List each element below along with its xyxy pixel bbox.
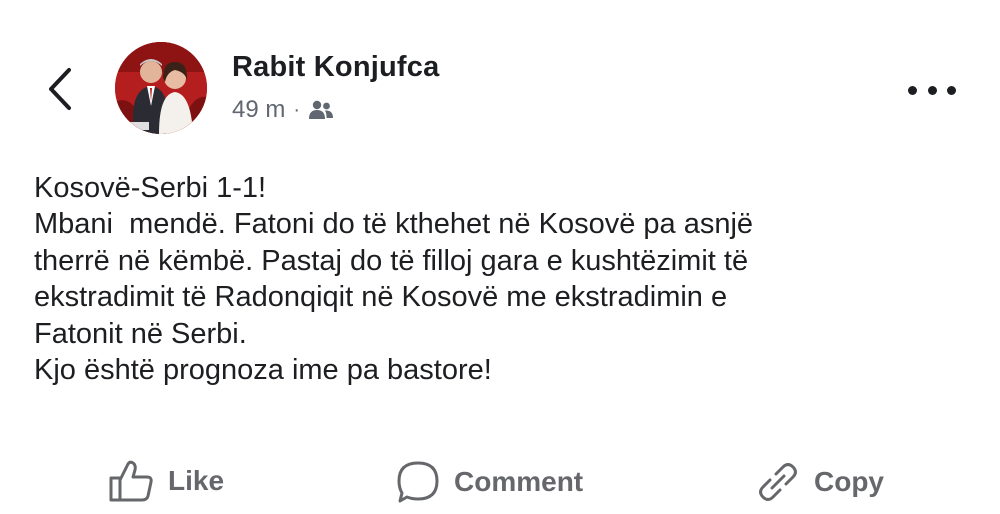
post-text-line: Kosovë-Serbi 1-1! — [34, 172, 267, 204]
post-text-line: Fatonit në Serbi. — [34, 317, 247, 350]
copy-link-button[interactable]: Copy — [756, 460, 884, 504]
author-name[interactable]: Rabit Konjufca — [232, 51, 439, 84]
more-options-button[interactable] — [908, 78, 956, 102]
link-icon — [759, 463, 797, 501]
avatar[interactable] — [115, 42, 207, 134]
post-text-line: therrë në këmbë. Pastaj do të filloj gar… — [34, 244, 749, 277]
like-button[interactable]: Like — [108, 460, 224, 502]
post-timestamp[interactable]: 49 m — [232, 96, 285, 124]
post-text-line: ekstradimit të Radonqiqit në Kosovë me e… — [34, 281, 728, 314]
post-text-line: Mbani mendë. Fatoni do të kthehet në Kos… — [34, 208, 754, 241]
comment-button[interactable]: Comment — [396, 460, 583, 504]
comment-bubble-icon — [397, 461, 439, 503]
post-card: Rabit Konjufca 49 m · Kosovë-Serbi 1-1! … — [0, 0, 1000, 514]
back-button[interactable] — [40, 64, 80, 114]
post-meta: 49 m · — [232, 96, 334, 124]
avatar-image — [115, 42, 207, 134]
friends-icon[interactable] — [308, 100, 334, 120]
copy-label: Copy — [814, 466, 884, 497]
comment-label: Comment — [454, 466, 584, 497]
post-text: Kosovë-Serbi 1-1! Mbani mendë. Fatoni do… — [34, 170, 974, 388]
more-horizontal-icon — [908, 85, 917, 95]
more-horizontal-icon — [927, 85, 937, 95]
like-label: Like — [168, 465, 225, 496]
more-horizontal-icon — [947, 85, 956, 95]
post-text-line: Kjo është prognoza ime pa bastore! — [34, 354, 492, 387]
meta-separator: · — [293, 98, 301, 121]
thumbs-up-icon — [109, 460, 153, 502]
chevron-left-icon — [49, 68, 71, 110]
